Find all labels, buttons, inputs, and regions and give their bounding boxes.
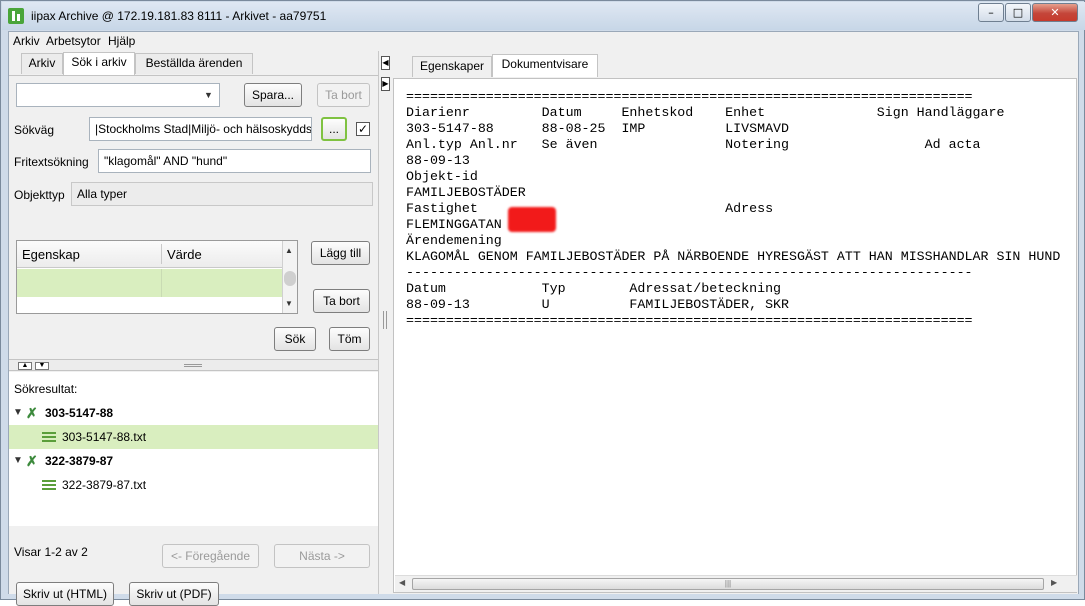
property-row[interactable]: [17, 269, 282, 297]
collapse-left-icon[interactable]: ◀: [381, 56, 390, 70]
document-line: KLAGOMÅL GENOM FAMILJEBOSTÄDER PÅ NÄRBOE…: [406, 249, 1061, 264]
next-page-button[interactable]: Nästa ->: [274, 544, 370, 568]
document-line: Objekt-id: [406, 169, 478, 184]
document-line: Diarienr Datum Enhetskod Enhet Sign Hand…: [406, 105, 1005, 120]
objtype-select[interactable]: Alla typer: [71, 182, 373, 206]
add-property-button[interactable]: Lägg till: [311, 241, 370, 265]
property-table: Egenskap Värde ▲ ▼: [16, 240, 298, 314]
row-divider: [161, 269, 162, 297]
collapse-up-icon[interactable]: ▲: [18, 362, 32, 370]
path-label: Sökväg: [14, 123, 55, 137]
remove-query-button[interactable]: Ta bort: [317, 83, 370, 107]
tab-bestallda-arenden[interactable]: Beställda ärenden: [135, 53, 253, 74]
file-label: 322-3879-87.txt: [62, 478, 147, 492]
document-line: ----------------------------------------…: [406, 265, 973, 280]
grip-icon[interactable]: [184, 364, 202, 367]
document-line: ========================================…: [406, 313, 973, 328]
search-panel: Arkiv Sök i arkiv Beställda ärenden ▼ Sp…: [9, 51, 379, 606]
search-button[interactable]: Sök: [274, 327, 316, 351]
path-field[interactable]: |Stockholms Stad|Miljö- och hälsoskyddsn…: [89, 117, 312, 141]
result-file-row[interactable]: 322-3879-87.txt: [9, 473, 378, 497]
maximize-icon[interactable]: □: [1005, 3, 1031, 22]
property-table-header: Egenskap Värde: [17, 241, 282, 268]
app-icon: [8, 8, 24, 24]
menu-bar: Arkiv Arbetsytor Hjälp: [9, 32, 1078, 50]
saved-query-select[interactable]: [16, 83, 220, 107]
window-title: iipax Archive @ 172.19.181.83 8111 - Ark…: [31, 9, 327, 23]
path-checkbox[interactable]: ✓: [356, 122, 370, 136]
col-varde: Värde: [167, 247, 202, 262]
redaction-mark: [508, 207, 556, 232]
close-icon[interactable]: ✕: [1032, 3, 1078, 22]
document-line: ========================================…: [406, 89, 973, 104]
title-bar: iipax Archive @ 172.19.181.83 8111 - Ark…: [2, 2, 1085, 30]
tab-sok-i-arkiv[interactable]: Sök i arkiv: [63, 52, 135, 75]
document-panel: Egenskaper Dokumentvisare ==============…: [392, 51, 1078, 594]
scroll-left-icon[interactable]: ◀: [399, 578, 405, 587]
tab-arkiv[interactable]: Arkiv: [21, 53, 63, 74]
scroll-right-icon[interactable]: ▶: [1051, 578, 1057, 587]
clear-button[interactable]: Töm: [329, 327, 370, 351]
menu-arkiv[interactable]: Arkiv: [13, 34, 40, 48]
file-label: 303-5147-88.txt: [62, 430, 147, 444]
document-line: Anl.typ Anl.nr Se även Notering Ad acta: [406, 137, 981, 152]
horizontal-scrollbar[interactable]: ◀ ||| ▶: [395, 575, 1077, 592]
results-title: Sökresultat:: [14, 382, 78, 396]
result-case-row[interactable]: ▼ ✗ 303-5147-88: [9, 401, 378, 425]
client-area: Arkiv Arbetsytor Hjälp Arkiv Sök i arkiv…: [8, 31, 1079, 606]
print-html-button[interactable]: Skriv ut (HTML): [16, 582, 114, 606]
results-panel: Sökresultat: ▼ ✗ 303-5147-88 303-5147-88…: [9, 372, 378, 606]
col-egenskap: Egenskap: [22, 247, 80, 262]
scroll-down-icon[interactable]: ▼: [285, 299, 293, 308]
document-viewer[interactable]: ========================================…: [393, 78, 1077, 593]
file-icon: [42, 432, 56, 442]
chevron-down-icon: ▼: [204, 90, 213, 100]
remove-property-button[interactable]: Ta bort: [313, 289, 370, 313]
application-window: iipax Archive @ 172.19.181.83 8111 - Ark…: [0, 0, 1085, 606]
print-pdf-button[interactable]: Skriv ut (PDF): [129, 582, 219, 606]
document-line: 303-5147-88 88-08-25 IMP LIVSMAVD: [406, 121, 790, 136]
horizontal-scroll-thumb[interactable]: |||: [412, 578, 1044, 590]
panel-splitter[interactable]: ▲ ▼: [9, 359, 378, 371]
result-count: Visar 1-2 av 2: [14, 545, 88, 559]
scroll-up-icon[interactable]: ▲: [285, 246, 293, 255]
splitter-grip-icon[interactable]: [383, 311, 387, 329]
result-file-row[interactable]: 303-5147-88.txt: [9, 425, 378, 449]
browse-path-button[interactable]: ...: [321, 117, 347, 141]
file-icon: [42, 480, 56, 490]
expand-icon[interactable]: ▼: [13, 407, 23, 418]
document-line: FAMILJEBOSTÄDER: [406, 185, 526, 200]
prev-page-button[interactable]: <- Föregående: [162, 544, 259, 568]
objtype-label: Objekttyp: [14, 188, 65, 202]
tab-dokumentvisare[interactable]: Dokumentvisare: [492, 54, 598, 77]
document-line: Datum Typ Adressat/beteckning: [406, 281, 782, 296]
document-line: Ärendemening: [406, 233, 502, 248]
property-scrollbar[interactable]: ▲ ▼: [282, 241, 297, 313]
case-icon: ✗: [26, 405, 38, 421]
minimize-icon[interactable]: –: [978, 3, 1004, 22]
col-divider: [161, 244, 162, 264]
tab-egenskaper[interactable]: Egenskaper: [412, 56, 492, 77]
collapse-down-icon[interactable]: ▼: [35, 362, 49, 370]
menu-hjalp[interactable]: Hjälp: [108, 34, 135, 48]
tab-divider: [9, 75, 378, 76]
collapse-right-icon[interactable]: ▶: [381, 77, 390, 91]
document-line: 88-09-13: [406, 153, 470, 168]
menu-arbetsytor[interactable]: Arbetsytor: [46, 34, 101, 48]
case-label: 303-5147-88: [45, 406, 114, 420]
fulltext-input[interactable]: "klagomål" AND "hund": [98, 149, 371, 173]
document-line: Fastighet Adress: [406, 201, 774, 216]
fulltext-label: Fritextsökning: [14, 155, 89, 169]
document-line: 88-09-13 U FAMILJEBOSTÄDER, SKR: [406, 297, 790, 312]
result-case-row[interactable]: ▼ ✗ 322-3879-87: [9, 449, 378, 473]
document-line: FLEMINGGATAN: [406, 217, 502, 232]
document-text: ========================================…: [406, 89, 1060, 329]
main-splitter[interactable]: ◀ ▶: [379, 51, 392, 594]
save-query-button[interactable]: Spara...: [244, 83, 302, 107]
case-label: 322-3879-87: [45, 454, 114, 468]
expand-icon[interactable]: ▼: [13, 455, 23, 466]
scroll-thumb[interactable]: [284, 271, 296, 286]
case-icon: ✗: [26, 453, 38, 469]
